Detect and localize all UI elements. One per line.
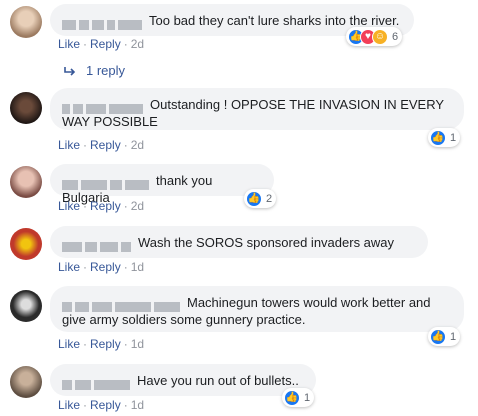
reply-link[interactable]: Reply bbox=[90, 138, 121, 152]
reply-link[interactable]: Reply bbox=[90, 37, 121, 51]
author-name[interactable] bbox=[62, 377, 133, 390]
reaction-summary[interactable]: 👍 1 bbox=[282, 388, 315, 407]
avatar[interactable] bbox=[10, 290, 42, 322]
avatar[interactable] bbox=[10, 166, 42, 198]
reaction-count: 6 bbox=[392, 30, 399, 43]
like-reaction-icon: 👍 bbox=[430, 129, 446, 146]
haha-reaction-icon: ☺ bbox=[372, 28, 388, 45]
comment-actions: Like · Reply · 2d bbox=[58, 37, 145, 51]
timestamp[interactable]: 2d bbox=[131, 138, 144, 152]
like-reaction-icon: 👍 bbox=[246, 190, 262, 207]
avatar[interactable] bbox=[10, 366, 42, 398]
comment-bubble: Machinegun towers would work better and … bbox=[50, 286, 464, 332]
comment-text: Wash the SOROS sponsored invaders away bbox=[138, 235, 395, 250]
reply-link[interactable]: Reply bbox=[90, 398, 121, 412]
comment-actions: Like · Reply · 1d bbox=[58, 337, 145, 351]
view-replies-link[interactable]: 1 reply bbox=[64, 63, 125, 78]
timestamp[interactable]: 2d bbox=[131, 199, 144, 213]
comment-text: Too bad they can't lure sharks into the … bbox=[149, 13, 400, 28]
timestamp[interactable]: 2d bbox=[131, 37, 144, 51]
comment-actions: Like · Reply · 2d bbox=[58, 199, 145, 213]
reply-link[interactable]: Reply bbox=[90, 260, 121, 274]
timestamp[interactable]: 1d bbox=[131, 398, 144, 412]
like-link[interactable]: Like bbox=[58, 37, 80, 51]
comment-bubble: Outstanding ! OPPOSE THE INVASION IN EVE… bbox=[50, 88, 464, 130]
comment-bubble: Have you run out of bullets.. bbox=[50, 364, 316, 396]
author-name[interactable] bbox=[62, 299, 183, 312]
replies-label: 1 reply bbox=[86, 63, 126, 78]
like-link[interactable]: Like bbox=[58, 260, 80, 274]
reaction-count: 1 bbox=[304, 391, 311, 404]
comment-actions: Like · Reply · 1d bbox=[58, 398, 145, 412]
avatar[interactable] bbox=[10, 228, 42, 260]
like-link[interactable]: Like bbox=[58, 199, 80, 213]
comment-text: Have you run out of bullets.. bbox=[137, 373, 299, 388]
reply-arrow-icon bbox=[64, 66, 76, 76]
author-name[interactable] bbox=[62, 177, 152, 190]
comment-actions: Like · Reply · 1d bbox=[58, 260, 145, 274]
like-link[interactable]: Like bbox=[58, 398, 80, 412]
like-link[interactable]: Like bbox=[58, 138, 80, 152]
reaction-count: 1 bbox=[450, 131, 457, 144]
reaction-summary[interactable]: 👍 ♥ ☺ 6 bbox=[346, 27, 403, 46]
avatar[interactable] bbox=[10, 92, 42, 124]
reaction-count: 2 bbox=[266, 192, 273, 205]
timestamp[interactable]: 1d bbox=[131, 337, 144, 351]
reaction-summary[interactable]: 👍 1 bbox=[428, 128, 461, 147]
reaction-summary[interactable]: 👍 1 bbox=[428, 327, 461, 346]
avatar[interactable] bbox=[10, 6, 42, 38]
like-link[interactable]: Like bbox=[58, 337, 80, 351]
reply-link[interactable]: Reply bbox=[90, 199, 121, 213]
reply-link[interactable]: Reply bbox=[90, 337, 121, 351]
comment-bubble: Wash the SOROS sponsored invaders away bbox=[50, 226, 428, 258]
timestamp[interactable]: 1d bbox=[131, 260, 144, 274]
like-reaction-icon: 👍 bbox=[284, 389, 300, 406]
reaction-count: 1 bbox=[450, 330, 457, 343]
like-reaction-icon: 👍 bbox=[430, 328, 446, 345]
comment-actions: Like · Reply · 2d bbox=[58, 138, 145, 152]
author-name[interactable] bbox=[62, 101, 146, 114]
reaction-summary[interactable]: 👍 2 bbox=[244, 189, 277, 208]
author-name[interactable] bbox=[62, 17, 145, 30]
comment-bubble: thank you Bulgaria bbox=[50, 164, 274, 205]
author-name[interactable] bbox=[62, 239, 134, 252]
